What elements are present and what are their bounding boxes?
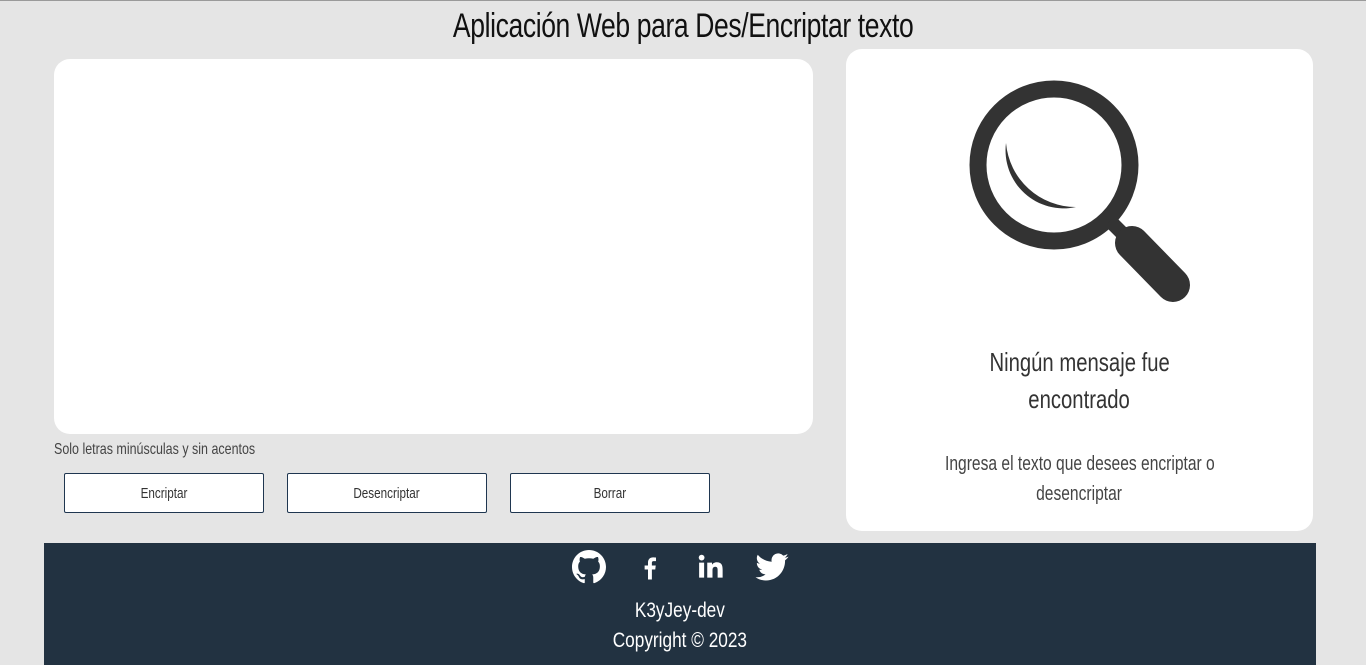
- linkedin-icon[interactable]: [693, 549, 729, 585]
- magnifier-icon: [969, 80, 1190, 302]
- empty-desc-line1: Ingresa el texto que desees encriptar o: [944, 453, 1215, 475]
- decrypt-button-label: Desencriptar: [353, 484, 421, 502]
- empty-desc-line2: desencriptar: [1036, 483, 1123, 505]
- social-links: [44, 549, 1316, 589]
- empty-message-title: Ningún mensaje fue encontrado: [846, 344, 1313, 418]
- footer-copyright: Copyright © 2023: [44, 629, 1316, 653]
- clear-button-label: Borrar: [593, 484, 627, 502]
- footer: K3yJey-dev Copyright © 2023: [44, 543, 1316, 665]
- empty-title-line1: Ningún mensaje fue: [989, 347, 1170, 377]
- encrypt-button-label: Encriptar: [140, 484, 188, 502]
- empty-title-line2: encontrado: [1028, 384, 1131, 414]
- text-input[interactable]: [54, 59, 813, 434]
- page-title: Aplicación Web para Des/Encriptar texto: [0, 7, 1366, 46]
- page-title-text: Aplicación Web para Des/Encriptar texto: [452, 7, 914, 45]
- footer-copyright-text: Copyright © 2023: [612, 629, 748, 652]
- clear-button[interactable]: Borrar: [510, 473, 710, 513]
- footer-author-text: K3yJey-dev: [635, 599, 725, 622]
- input-hint: Solo letras minúsculas y sin acentos: [54, 441, 256, 458]
- footer-author: K3yJey-dev: [44, 599, 1316, 623]
- twitter-icon[interactable]: [754, 549, 790, 585]
- output-panel: Ningún mensaje fue encontrado Ingresa el…: [846, 49, 1313, 531]
- facebook-icon[interactable]: [632, 549, 668, 585]
- encrypt-button[interactable]: Encriptar: [64, 473, 264, 513]
- decrypt-button[interactable]: Desencriptar: [287, 473, 487, 513]
- empty-message-description: Ingresa el texto que desees encriptar o …: [846, 449, 1313, 509]
- github-icon[interactable]: [571, 549, 607, 585]
